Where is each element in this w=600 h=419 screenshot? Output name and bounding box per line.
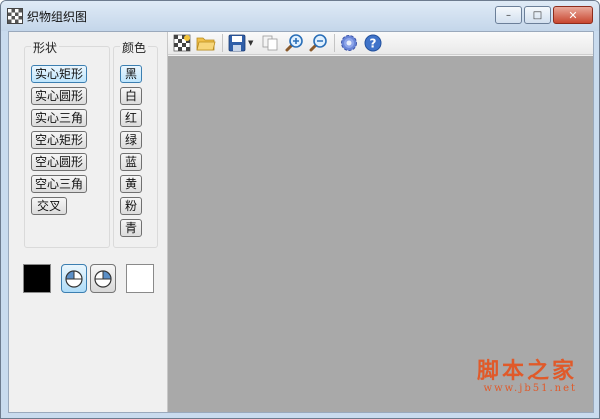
shape-button-hollow-triangle[interactable]: 空心三角 [31, 175, 87, 193]
color-button-yellow[interactable]: 黄 [120, 175, 142, 193]
draw-mode-right-button[interactable] [90, 264, 116, 293]
background-color-swatch[interactable] [126, 264, 154, 293]
shape-group-title: 形状 [31, 39, 60, 56]
save-dropdown-icon[interactable]: ▼ [248, 39, 256, 47]
help-button[interactable]: ? [362, 33, 384, 53]
color-group-title: 颜色 [120, 39, 149, 56]
watermark-main: 脚本之家 [476, 358, 577, 384]
watermark-url: www.jb51.net [483, 383, 577, 394]
color-button-black[interactable]: 黑 [120, 65, 142, 83]
shape-button-solid-triangle[interactable]: 实心三角 [31, 109, 87, 127]
color-button-white[interactable]: 白 [120, 87, 142, 105]
minimize-icon: – [506, 9, 511, 21]
close-button[interactable]: ✕ [553, 6, 593, 24]
foreground-color-swatch[interactable] [23, 264, 51, 293]
color-button-green[interactable]: 绿 [120, 131, 142, 149]
svg-text:?: ? [370, 37, 377, 51]
shape-button-solid-rect[interactable]: 实心矩形 [31, 65, 87, 83]
color-button-red[interactable]: 红 [120, 109, 142, 127]
mouse-left-icon [65, 269, 83, 288]
maximize-button[interactable]: □ [524, 6, 551, 24]
window-title: 织物组织图 [27, 10, 88, 24]
drawing-canvas[interactable]: 脚本之家 www.jb51.net [168, 56, 593, 412]
draw-mode-left-button[interactable] [61, 264, 87, 293]
zoom-in-button[interactable] [283, 33, 305, 53]
color-group: 颜色 黑 白 红 绿 蓝 黄 粉 青 [113, 39, 158, 248]
toolbar: ▼ ? [168, 32, 593, 55]
copy-button[interactable] [259, 33, 281, 53]
zoom-out-button[interactable] [307, 33, 329, 53]
shape-button-hollow-circle[interactable]: 空心圆形 [31, 153, 87, 171]
shape-button-solid-circle[interactable]: 实心圆形 [31, 87, 87, 105]
window-controls: – □ ✕ [493, 6, 593, 24]
title-bar[interactable]: 织物组织图 – □ ✕ [1, 1, 599, 31]
shape-group: 形状 实心矩形 实心圆形 实心三角 空心矩形 空心圆形 空心三角 交叉 [24, 39, 110, 248]
close-icon: ✕ [568, 8, 578, 22]
settings-button[interactable] [338, 33, 360, 53]
toolbar-separator [222, 34, 223, 52]
zoom-in-icon [285, 34, 303, 52]
tool-panel: 形状 实心矩形 实心圆形 实心三角 空心矩形 空心圆形 空心三角 交叉 颜色 黑… [9, 32, 168, 412]
save-icon [228, 34, 246, 52]
watermark: 脚本之家 www.jb51.net [477, 353, 577, 394]
mouse-right-icon [94, 269, 112, 288]
color-button-pink[interactable]: 粉 [120, 197, 142, 215]
maximize-icon: □ [532, 9, 543, 21]
shape-button-hollow-rect[interactable]: 空心矩形 [31, 131, 87, 149]
settings-icon [341, 35, 357, 51]
open-button[interactable] [195, 33, 217, 53]
color-button-cyan[interactable]: 青 [120, 219, 142, 237]
open-folder-icon [196, 37, 216, 51]
copy-icon [262, 35, 278, 51]
new-pattern-icon [173, 34, 191, 52]
color-button-blue[interactable]: 蓝 [120, 153, 142, 171]
client-area: 形状 实心矩形 实心圆形 实心三角 空心矩形 空心圆形 空心三角 交叉 颜色 黑… [8, 31, 594, 413]
save-button[interactable] [226, 33, 248, 53]
shape-button-cross[interactable]: 交叉 [31, 197, 67, 215]
toolbar-separator [334, 34, 335, 52]
zoom-out-icon [309, 34, 327, 52]
new-pattern-button[interactable] [171, 33, 193, 53]
app-window: 织物组织图 – □ ✕ 形状 实心矩形 实心圆形 实心三角 空心矩形 空心圆形 … [0, 0, 600, 419]
app-icon [7, 8, 23, 24]
help-icon: ? [364, 34, 382, 52]
minimize-button[interactable]: – [495, 6, 522, 24]
